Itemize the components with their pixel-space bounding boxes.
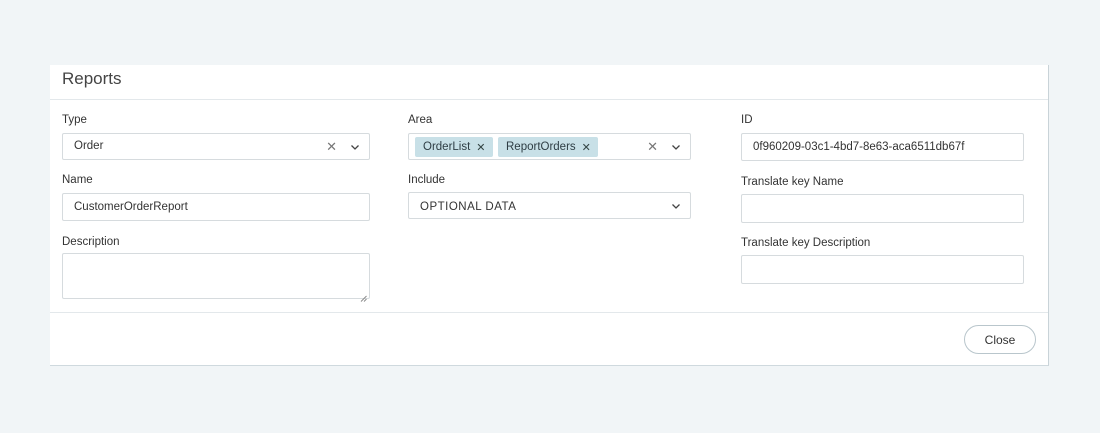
- name-field-value: CustomerOrderReport: [74, 201, 188, 213]
- reports-dialog: Reports Type Order ✕ Name CustomerOrderR…: [50, 65, 1049, 366]
- translate-key-description-label: Translate key Description: [741, 237, 871, 249]
- type-select-value: Order: [74, 140, 104, 152]
- include-label: Include: [408, 174, 446, 186]
- area-label: Area: [408, 114, 433, 126]
- chevron-down-icon[interactable]: [349, 141, 361, 153]
- resize-grip-icon[interactable]: [360, 289, 367, 302]
- description-textarea[interactable]: [62, 253, 370, 302]
- close-icon[interactable]: ✕: [326, 140, 337, 153]
- include-select[interactable]: OPTIONAL DATA: [408, 192, 691, 219]
- chevron-down-icon[interactable]: [670, 200, 682, 212]
- dialog-title: Reports: [62, 69, 122, 88]
- area-tag: ReportOrders ✕: [498, 137, 598, 157]
- chevron-down-icon[interactable]: [670, 141, 682, 153]
- close-button[interactable]: Close: [964, 325, 1036, 354]
- id-field-value: 0f960209-03c1-4bd7-8e63-aca6511db67f: [753, 141, 965, 153]
- close-icon[interactable]: ✕: [647, 140, 658, 153]
- description-label: Description: [62, 236, 120, 248]
- include-select-controls: [670, 193, 682, 218]
- type-select[interactable]: Order ✕: [62, 133, 370, 160]
- translate-key-name-field[interactable]: [741, 194, 1024, 223]
- close-icon[interactable]: ✕: [582, 141, 591, 154]
- name-label: Name: [62, 174, 93, 186]
- close-icon[interactable]: ✕: [476, 141, 485, 154]
- area-tag-label: ReportOrders: [506, 141, 576, 153]
- area-select-controls: ✕: [647, 134, 682, 159]
- dialog-header: Reports: [50, 65, 1048, 100]
- dialog-footer: Close: [50, 312, 1048, 366]
- include-placeholder: OPTIONAL DATA: [420, 201, 517, 213]
- dialog-body: Type Order ✕ Name CustomerOrderReport De…: [50, 100, 1048, 312]
- name-field[interactable]: CustomerOrderReport: [62, 193, 370, 221]
- area-tag: OrderList ✕: [415, 137, 493, 157]
- id-label: ID: [741, 114, 753, 126]
- area-tag-label: OrderList: [423, 141, 471, 153]
- translate-key-name-label: Translate key Name: [741, 176, 844, 188]
- type-label: Type: [62, 114, 87, 126]
- type-select-controls: ✕: [326, 134, 361, 159]
- translate-key-description-field[interactable]: [741, 255, 1024, 284]
- id-field[interactable]: 0f960209-03c1-4bd7-8e63-aca6511db67f: [741, 133, 1024, 161]
- area-multiselect[interactable]: OrderList ✕ ReportOrders ✕ ✕: [408, 133, 691, 160]
